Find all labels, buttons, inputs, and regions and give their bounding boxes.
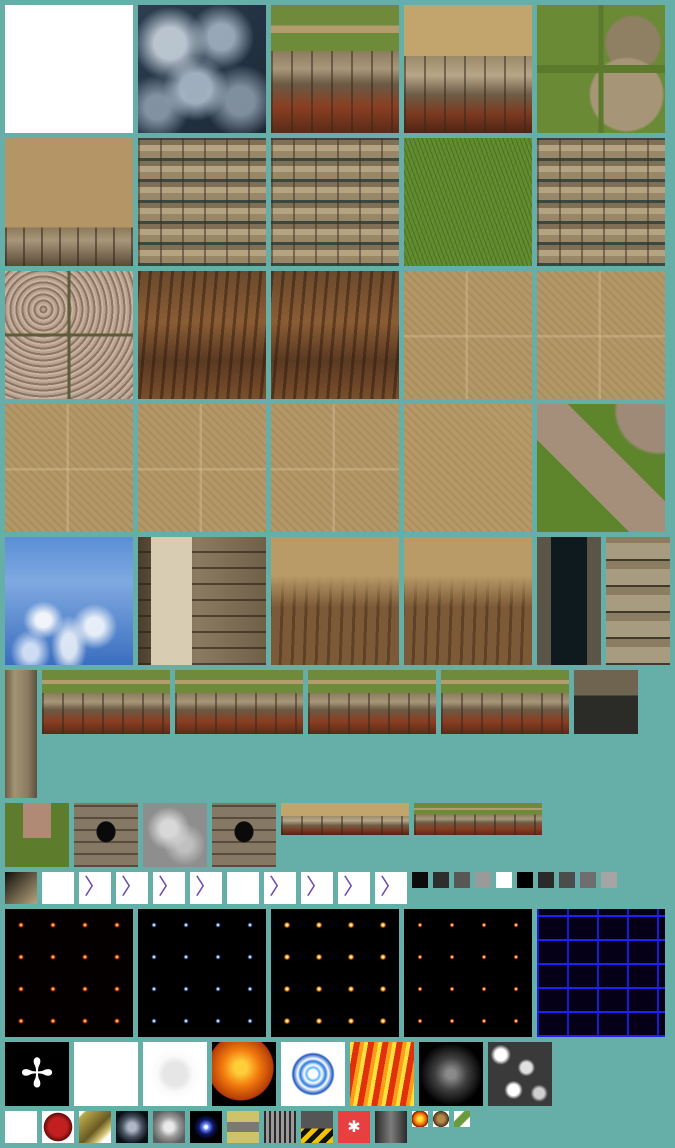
brush-stroke-sprite: 〉 <box>190 872 222 904</box>
tile-dry-grass-stone-wall <box>404 5 532 133</box>
tile-sand-slabs <box>5 404 133 532</box>
particle-blue-haze <box>116 1111 148 1143</box>
brush-stroke-icon: 〉 <box>157 875 180 900</box>
tile-white-small <box>5 1111 37 1143</box>
tile-sand <box>404 404 532 532</box>
tile-white-small <box>227 872 259 904</box>
tile-grass-stone-slabs <box>537 5 665 133</box>
tile-carved-stone <box>138 537 266 665</box>
tile-grass-stone-strip <box>308 670 436 734</box>
tile-blue-energy-grid <box>537 909 665 1037</box>
tile-stone-wall <box>271 138 399 266</box>
tile-grass-stone-strip <box>42 670 170 734</box>
tile-grass-stone-strip <box>175 670 303 734</box>
tile-tall-column <box>5 670 37 798</box>
tile-white-medium <box>74 1042 138 1106</box>
tile-grey-bricks <box>606 537 670 665</box>
color-swatch <box>517 872 533 888</box>
particle-dark-smoke <box>419 1042 483 1106</box>
tile-dark-stone-block <box>574 670 638 734</box>
tile-plaza <box>5 803 69 867</box>
particle-grey-haze <box>153 1111 185 1143</box>
star-icon: ✱ <box>347 1117 361 1136</box>
tile-sand-slabs <box>404 271 532 399</box>
color-swatch <box>454 872 470 888</box>
particle-soft-puff <box>143 1042 207 1106</box>
sprite-sheet-explosion <box>271 909 399 1037</box>
brush-stroke-sprite: 〉 <box>375 872 407 904</box>
tile-stone-wall <box>138 138 266 266</box>
color-swatch <box>475 872 491 888</box>
brush-stroke-sprite: 〉 <box>338 872 370 904</box>
particle-blue-star <box>190 1111 222 1143</box>
brush-stroke-icon: 〉 <box>305 875 328 900</box>
brush-stroke-sprite: 〉 <box>153 872 185 904</box>
icon-leaf <box>454 1111 470 1127</box>
color-swatch <box>496 872 512 888</box>
tile-ui-panel <box>227 1111 259 1143</box>
brush-stroke-sprite: 〉 <box>116 872 148 904</box>
icon-gold-rock <box>79 1111 111 1143</box>
tile-metal-grille <box>264 1111 296 1143</box>
tile-sky <box>5 537 133 665</box>
tile-stone-slabs <box>5 271 133 399</box>
sprite-sheet-fire <box>5 909 133 1037</box>
brush-stroke-icon: 〉 <box>268 875 291 900</box>
tile-brown-rock <box>138 271 266 399</box>
tile-dark-pillar <box>537 537 601 665</box>
brush-stroke-icon: 〉 <box>83 875 106 900</box>
tile-gate <box>212 803 276 867</box>
tile-grass-strip <box>414 803 542 835</box>
particle-blue-ring <box>281 1042 345 1106</box>
icon-fireball <box>412 1111 428 1127</box>
tile-white <box>5 5 133 133</box>
sprite-sheet-blue-flame <box>138 909 266 1037</box>
tile-grass-stone-strip <box>441 670 569 734</box>
tile-grass-stone-path <box>537 404 665 532</box>
brush-stroke-icon: 〉 <box>379 875 402 900</box>
tile-sand-slabs <box>271 404 399 532</box>
color-swatch <box>601 872 617 888</box>
tile-dark-metal <box>375 1111 407 1143</box>
eagle-icon: ✢ <box>20 1051 54 1097</box>
eagle-emblem: ✢ <box>5 1042 69 1106</box>
tile-sand-slabs <box>537 271 665 399</box>
sprite-sheet-small-blast <box>404 909 532 1037</box>
icon-red-rock <box>42 1111 74 1143</box>
brush-stroke-icon: 〉 <box>194 875 217 900</box>
tile-gate <box>74 803 138 867</box>
tile-sand-rock-cliff <box>404 537 532 665</box>
tile-white-small <box>42 872 74 904</box>
brush-stroke-sprite: 〉 <box>301 872 333 904</box>
icon-rock <box>433 1111 449 1127</box>
brush-stroke-sprite: 〉 <box>79 872 111 904</box>
tile-grass <box>404 138 532 266</box>
tile-brown-rock <box>271 271 399 399</box>
brush-stroke-icon: 〉 <box>342 875 365 900</box>
tile-dry-grass-strip <box>281 803 409 835</box>
tile-smoke-clouds <box>138 5 266 133</box>
tile-marble <box>488 1042 552 1106</box>
tile-hazard-stripes <box>301 1111 333 1143</box>
tile-sand-slabs <box>138 404 266 532</box>
tile-stone-wall <box>537 138 665 266</box>
brush-stroke-icon: 〉 <box>120 875 143 900</box>
brush-stroke-sprite: 〉 <box>264 872 296 904</box>
color-swatch <box>580 872 596 888</box>
tile-sand-stone-edge <box>5 138 133 266</box>
color-swatch <box>412 872 428 888</box>
icon-red-emblem: ✱ <box>338 1111 370 1143</box>
color-swatch <box>433 872 449 888</box>
tile-gradient <box>5 872 37 904</box>
tile-flames <box>350 1042 414 1106</box>
particle-sun <box>212 1042 276 1106</box>
color-swatch <box>538 872 554 888</box>
texture-atlas: { "atlas": { "background_color": "#66afa… <box>0 0 675 1148</box>
tile-grass-topped-stone-wall <box>271 5 399 133</box>
tile-grey-cloud <box>143 803 207 867</box>
tile-sand-rock-cliff <box>271 537 399 665</box>
color-swatch <box>559 872 575 888</box>
